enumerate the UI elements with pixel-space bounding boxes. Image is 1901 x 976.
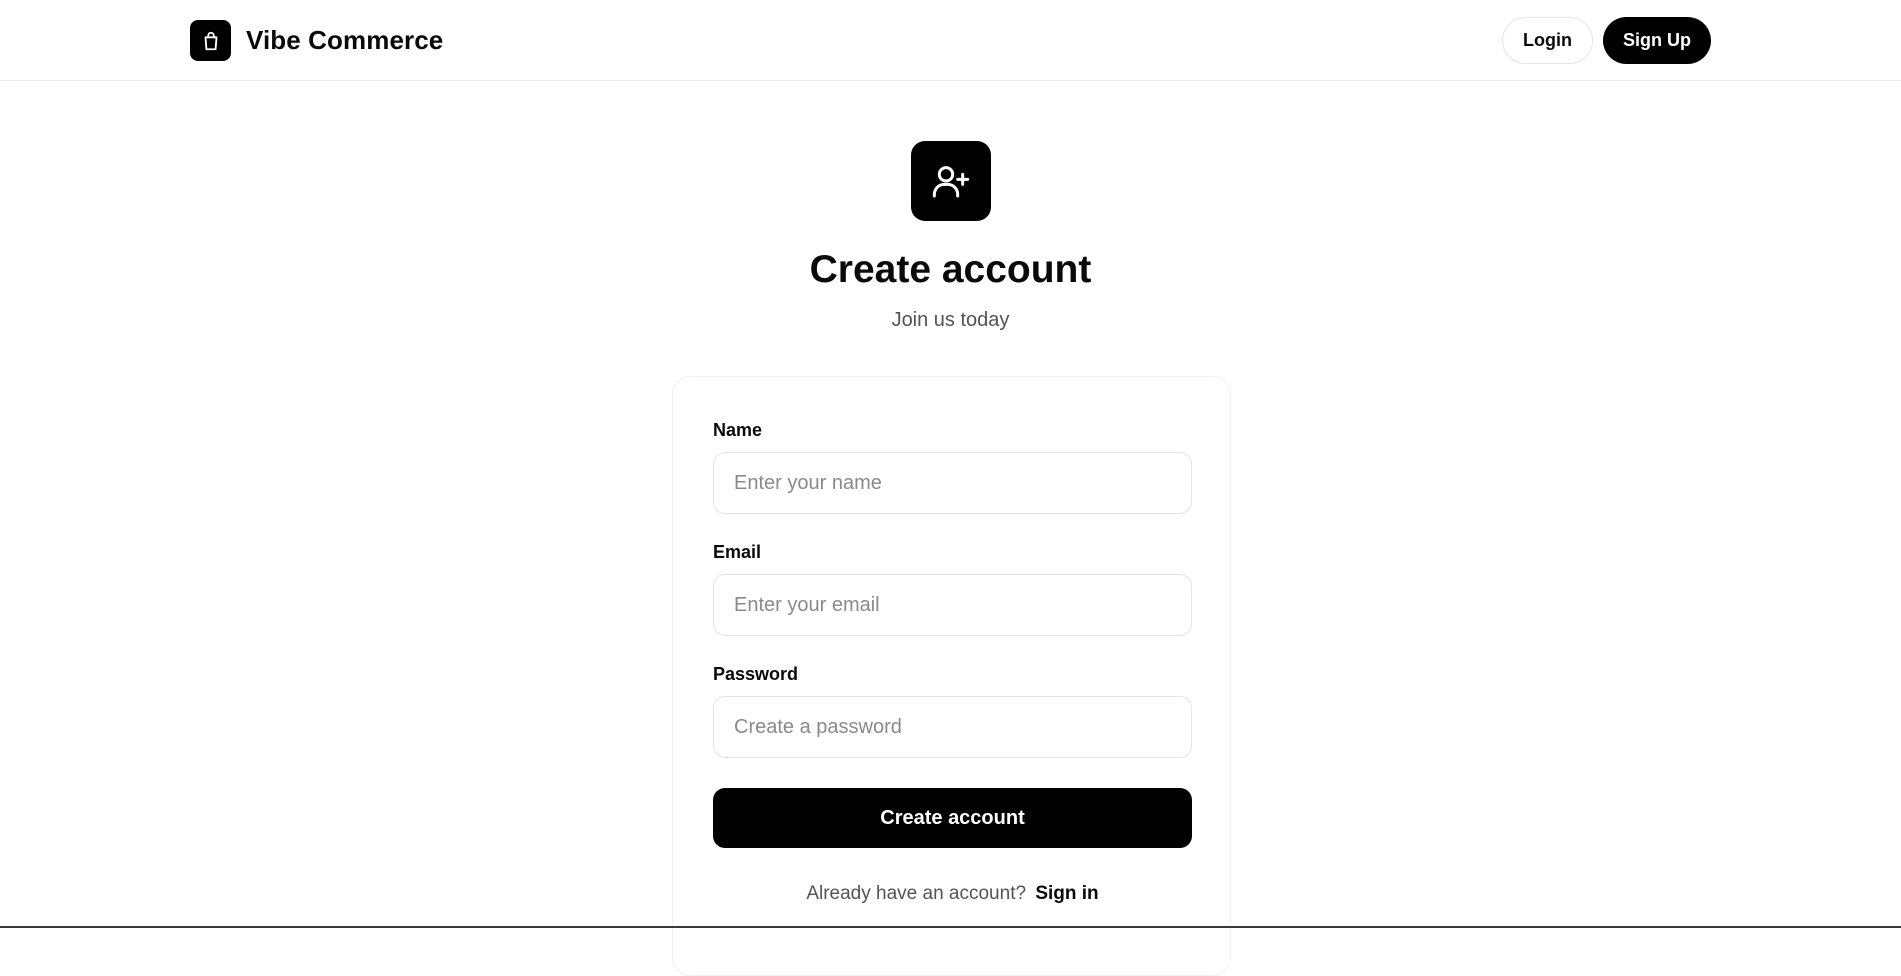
email-input[interactable]	[713, 574, 1192, 636]
signin-link[interactable]: Sign in	[1035, 883, 1098, 904]
signin-prompt-text: Already have an account?	[806, 883, 1027, 904]
user-plus-icon	[911, 141, 991, 221]
page-subtitle: Join us today	[891, 309, 1010, 331]
brand-name: Vibe Commerce	[246, 25, 444, 55]
shopping-bag-icon	[190, 20, 231, 61]
password-label: Password	[713, 664, 799, 684]
top-navbar: Vibe Commerce Login Sign Up	[0, 0, 1901, 81]
name-input[interactable]	[713, 452, 1192, 514]
create-account-button[interactable]: Create account	[713, 788, 1192, 848]
password-input[interactable]	[713, 696, 1192, 758]
page-title: Create account	[809, 248, 1092, 291]
signup-form-card: Name Email Password Create account Alrea…	[672, 376, 1231, 976]
brand-link[interactable]: Vibe Commerce	[190, 20, 443, 61]
login-button[interactable]: Login	[1502, 17, 1593, 64]
name-label: Name	[713, 420, 763, 440]
signin-prompt-row: Already have an account? Sign in	[673, 883, 1232, 905]
signup-button[interactable]: Sign Up	[1603, 17, 1711, 64]
email-label: Email	[713, 542, 762, 562]
nav-actions: Login Sign Up	[1502, 17, 1711, 64]
